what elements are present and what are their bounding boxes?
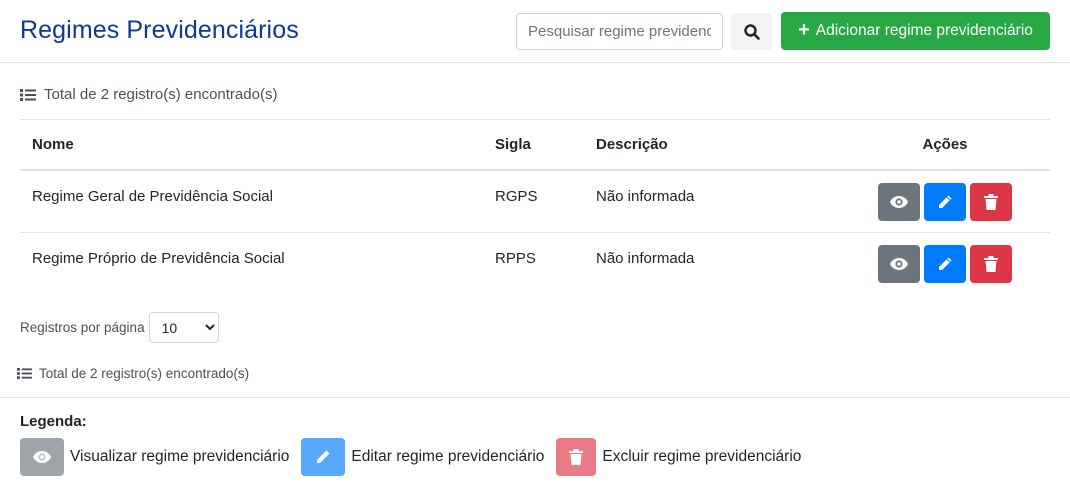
delete-button[interactable]	[970, 182, 1012, 221]
cell-acoes	[840, 233, 1050, 296]
view-button[interactable]	[878, 245, 920, 283]
list-icon	[17, 367, 32, 380]
cell-descricao: Não informada	[584, 169, 840, 233]
pencil-icon	[939, 195, 952, 208]
search-button[interactable]	[731, 13, 772, 50]
table-row: Regime Próprio de Previdência Social RPP…	[20, 233, 1050, 296]
legend-edit-badge	[301, 438, 346, 476]
cell-nome: Regime Próprio de Previdência Social	[32, 250, 285, 267]
legend-item-delete: Excluir regime previdenciário	[556, 438, 801, 476]
search-icon	[743, 23, 760, 40]
legend-item-view: Visualizar regime previdenciário	[20, 438, 289, 476]
per-page-select[interactable]: 10	[148, 312, 219, 343]
cell-descricao: Não informada	[596, 250, 695, 267]
legend-delete-label: Excluir regime previdenciário	[602, 448, 802, 465]
edit-button[interactable]	[924, 182, 966, 221]
trash-icon	[984, 193, 998, 210]
regimes-table: Nome Sigla Descrição Ações Regime Geral …	[20, 119, 1050, 296]
total-records-top: Total de 2 registro(s) encontrado(s)	[20, 86, 277, 103]
eye-icon	[33, 451, 51, 463]
eye-icon	[890, 195, 908, 208]
legend-delete-badge	[556, 438, 597, 476]
plus-icon: +	[798, 19, 810, 41]
legend-edit-label: Editar regime previdenciário	[351, 448, 545, 465]
view-button[interactable]	[878, 182, 920, 221]
legend-view-label: Visualizar regime previdenciário	[70, 448, 290, 465]
trash-icon	[984, 256, 998, 272]
add-regime-button-label: Adicionar regime previdenciário	[815, 22, 1033, 39]
pencil-icon	[317, 450, 330, 463]
add-regime-button[interactable]: + Adicionar regime previdenciário	[781, 12, 1050, 50]
per-page-control: Registros por página 10	[20, 312, 219, 343]
search-input[interactable]	[516, 13, 723, 50]
legend-title: Legenda:	[20, 413, 87, 430]
list-icon	[20, 88, 36, 101]
cell-sigla: RPPS	[495, 250, 536, 267]
total-records-text: Total de 2 registro(s) encontrado(s)	[44, 86, 278, 103]
legend: Legenda: Visualizar regime previdenciári…	[0, 397, 1070, 476]
cell-acoes	[840, 169, 1050, 233]
column-header-descricao: Descrição	[584, 119, 840, 171]
cell-sigla: RGPS	[483, 169, 584, 233]
row-actions	[852, 182, 1038, 221]
table-row: Regime Geral de Previdência Social RGPS …	[20, 169, 1050, 233]
legend-item-edit: Editar regime previdenciário	[301, 438, 544, 476]
column-header-acoes: Ações	[840, 119, 1050, 171]
column-header-sigla: Sigla	[483, 119, 584, 171]
page-header: Regimes Previdenciários + Adicionar regi…	[0, 0, 1070, 63]
edit-button[interactable]	[924, 245, 966, 283]
table-header-row: Nome Sigla Descrição Ações	[20, 119, 1050, 171]
total-records-bottom: Total de 2 registro(s) encontrado(s)	[17, 366, 249, 381]
legend-items: Visualizar regime previdenciário Editar …	[20, 438, 813, 476]
column-header-nome: Nome	[20, 119, 483, 171]
cell-nome: Regime Geral de Previdência Social	[20, 169, 483, 233]
trash-icon	[569, 449, 584, 465]
delete-button[interactable]	[970, 245, 1012, 283]
pencil-icon	[939, 257, 952, 270]
row-actions	[852, 245, 1038, 283]
total-records-text: Total de 2 registro(s) encontrado(s)	[39, 366, 250, 381]
legend-view-badge	[20, 438, 64, 476]
eye-icon	[890, 258, 908, 270]
per-page-label: Registros por página	[20, 320, 145, 335]
page-title: Regimes Previdenciários	[20, 16, 299, 44]
